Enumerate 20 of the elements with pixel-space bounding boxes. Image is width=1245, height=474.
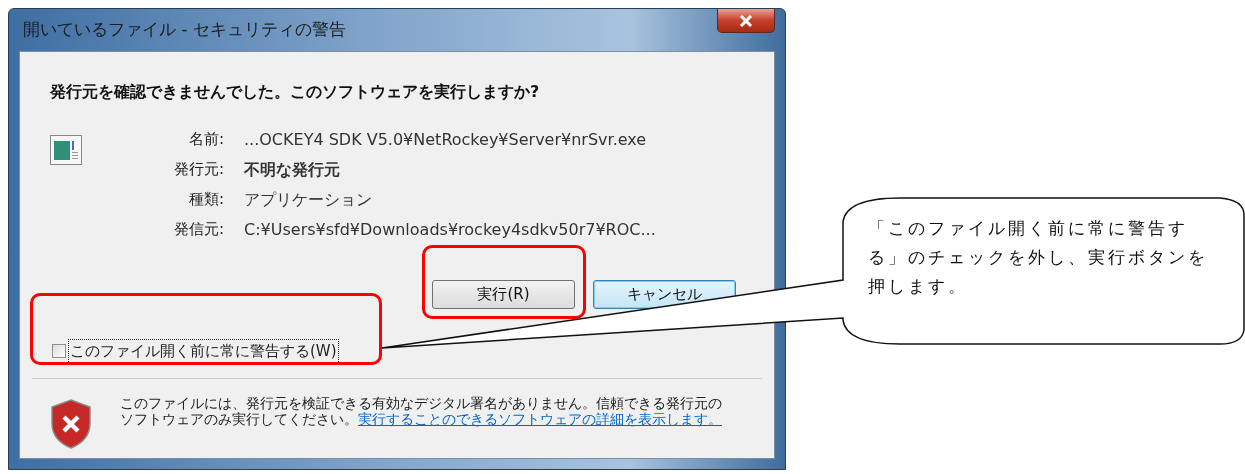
checkbox-label[interactable]: このファイル開く前に常に警告する(W) (68, 339, 339, 364)
detail-label: 発行元: (172, 159, 224, 180)
window-title: 開いているファイル - セキュリティの警告 (23, 18, 346, 42)
application-icon (50, 134, 82, 166)
details-link[interactable]: 実行することのできるソフトウェアの詳細を表示します。 (358, 410, 722, 427)
detail-value: ...OCKEY4 SDK V5.0¥NetRockey¥Server¥nrSvr.exe (244, 129, 648, 151)
detail-value: C:¥Users¥sfd¥Downloads¥rockey4sdkv50r7¥ROC... (244, 219, 656, 241)
detail-label: 発信元: (172, 219, 224, 240)
run-button[interactable]: 実行(R) (432, 280, 575, 309)
checkbox[interactable] (52, 344, 66, 359)
close-button[interactable] (717, 9, 775, 33)
close-icon (739, 14, 753, 27)
shield-error-icon (50, 398, 92, 449)
detail-value: 不明な発行元 (244, 159, 341, 181)
detail-label: 名前: (187, 129, 224, 150)
security-notice: このファイルには、発行元を検証できる有効なデジタル署名がありません。信頼できる発行元のソフトウェアのみ実行してください。実行することのできるソフトウェアの詳細を表示します。 (120, 394, 723, 429)
detail-label: 種類: (187, 189, 224, 210)
detail-value: アプリケーション (244, 189, 373, 211)
callout-text: 「このファイル開く前に常に警告する」のチェックを外し、実行ボタンを押します。 (868, 217, 1209, 298)
dialog-heading: 発行元を確認できませんでした。このソフトウェアを実行しますか? (49, 81, 541, 103)
